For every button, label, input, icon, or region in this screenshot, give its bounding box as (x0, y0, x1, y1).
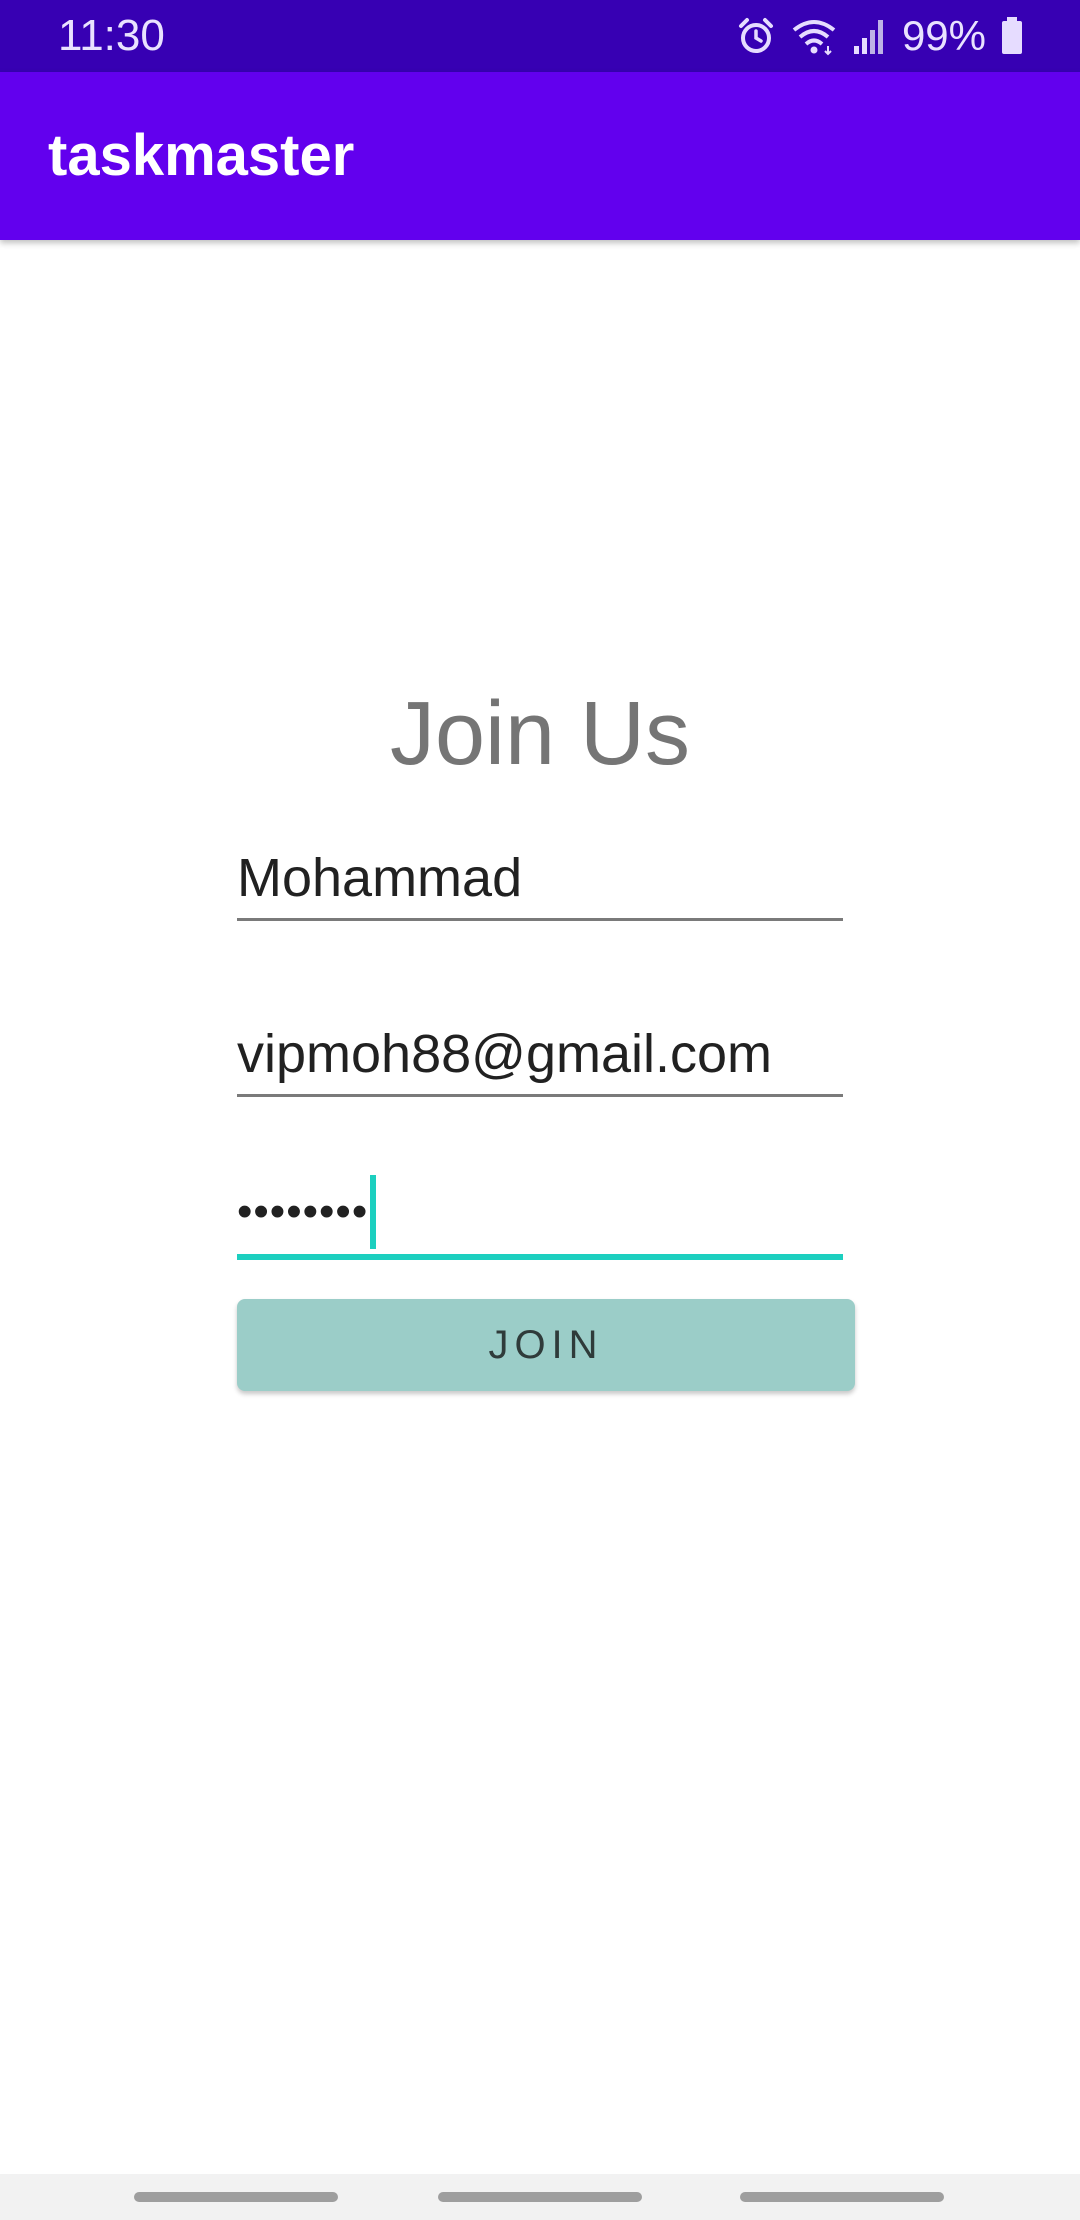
alarm-icon (736, 16, 776, 56)
password-input[interactable]: •••••••• (237, 1174, 377, 1250)
wifi-icon (790, 16, 838, 56)
signal-icon (852, 16, 888, 56)
password-field[interactable]: •••••••• (237, 1174, 843, 1260)
join-button[interactable]: JOIN (237, 1299, 855, 1391)
nav-handle-center[interactable] (438, 2192, 642, 2202)
email-field[interactable]: vipmoh88@gmail.com (237, 1024, 843, 1098)
name-field-underline (237, 918, 843, 921)
name-input-value[interactable]: Mohammad (237, 848, 843, 908)
name-field[interactable]: Mohammad (237, 848, 843, 922)
status-icons: 99% (736, 10, 1024, 62)
password-field-underline (237, 1254, 843, 1260)
password-mask: •••••••• (237, 1187, 369, 1236)
status-bar: 11:30 99% (0, 0, 1080, 72)
text-cursor (370, 1175, 377, 1249)
app-bar: taskmaster (0, 72, 1080, 240)
navigation-bar (0, 2174, 1080, 2220)
nav-handle-left[interactable] (134, 2192, 338, 2202)
battery-icon (1000, 16, 1024, 56)
nav-handle-right[interactable] (740, 2192, 944, 2202)
email-input-value[interactable]: vipmoh88@gmail.com (237, 1024, 843, 1084)
page-title: Join Us (389, 684, 691, 784)
battery-percent: 99% (901, 12, 986, 59)
email-field-underline (237, 1094, 843, 1097)
app-title: taskmaster (48, 123, 355, 188)
status-time: 11:30 (58, 11, 165, 60)
